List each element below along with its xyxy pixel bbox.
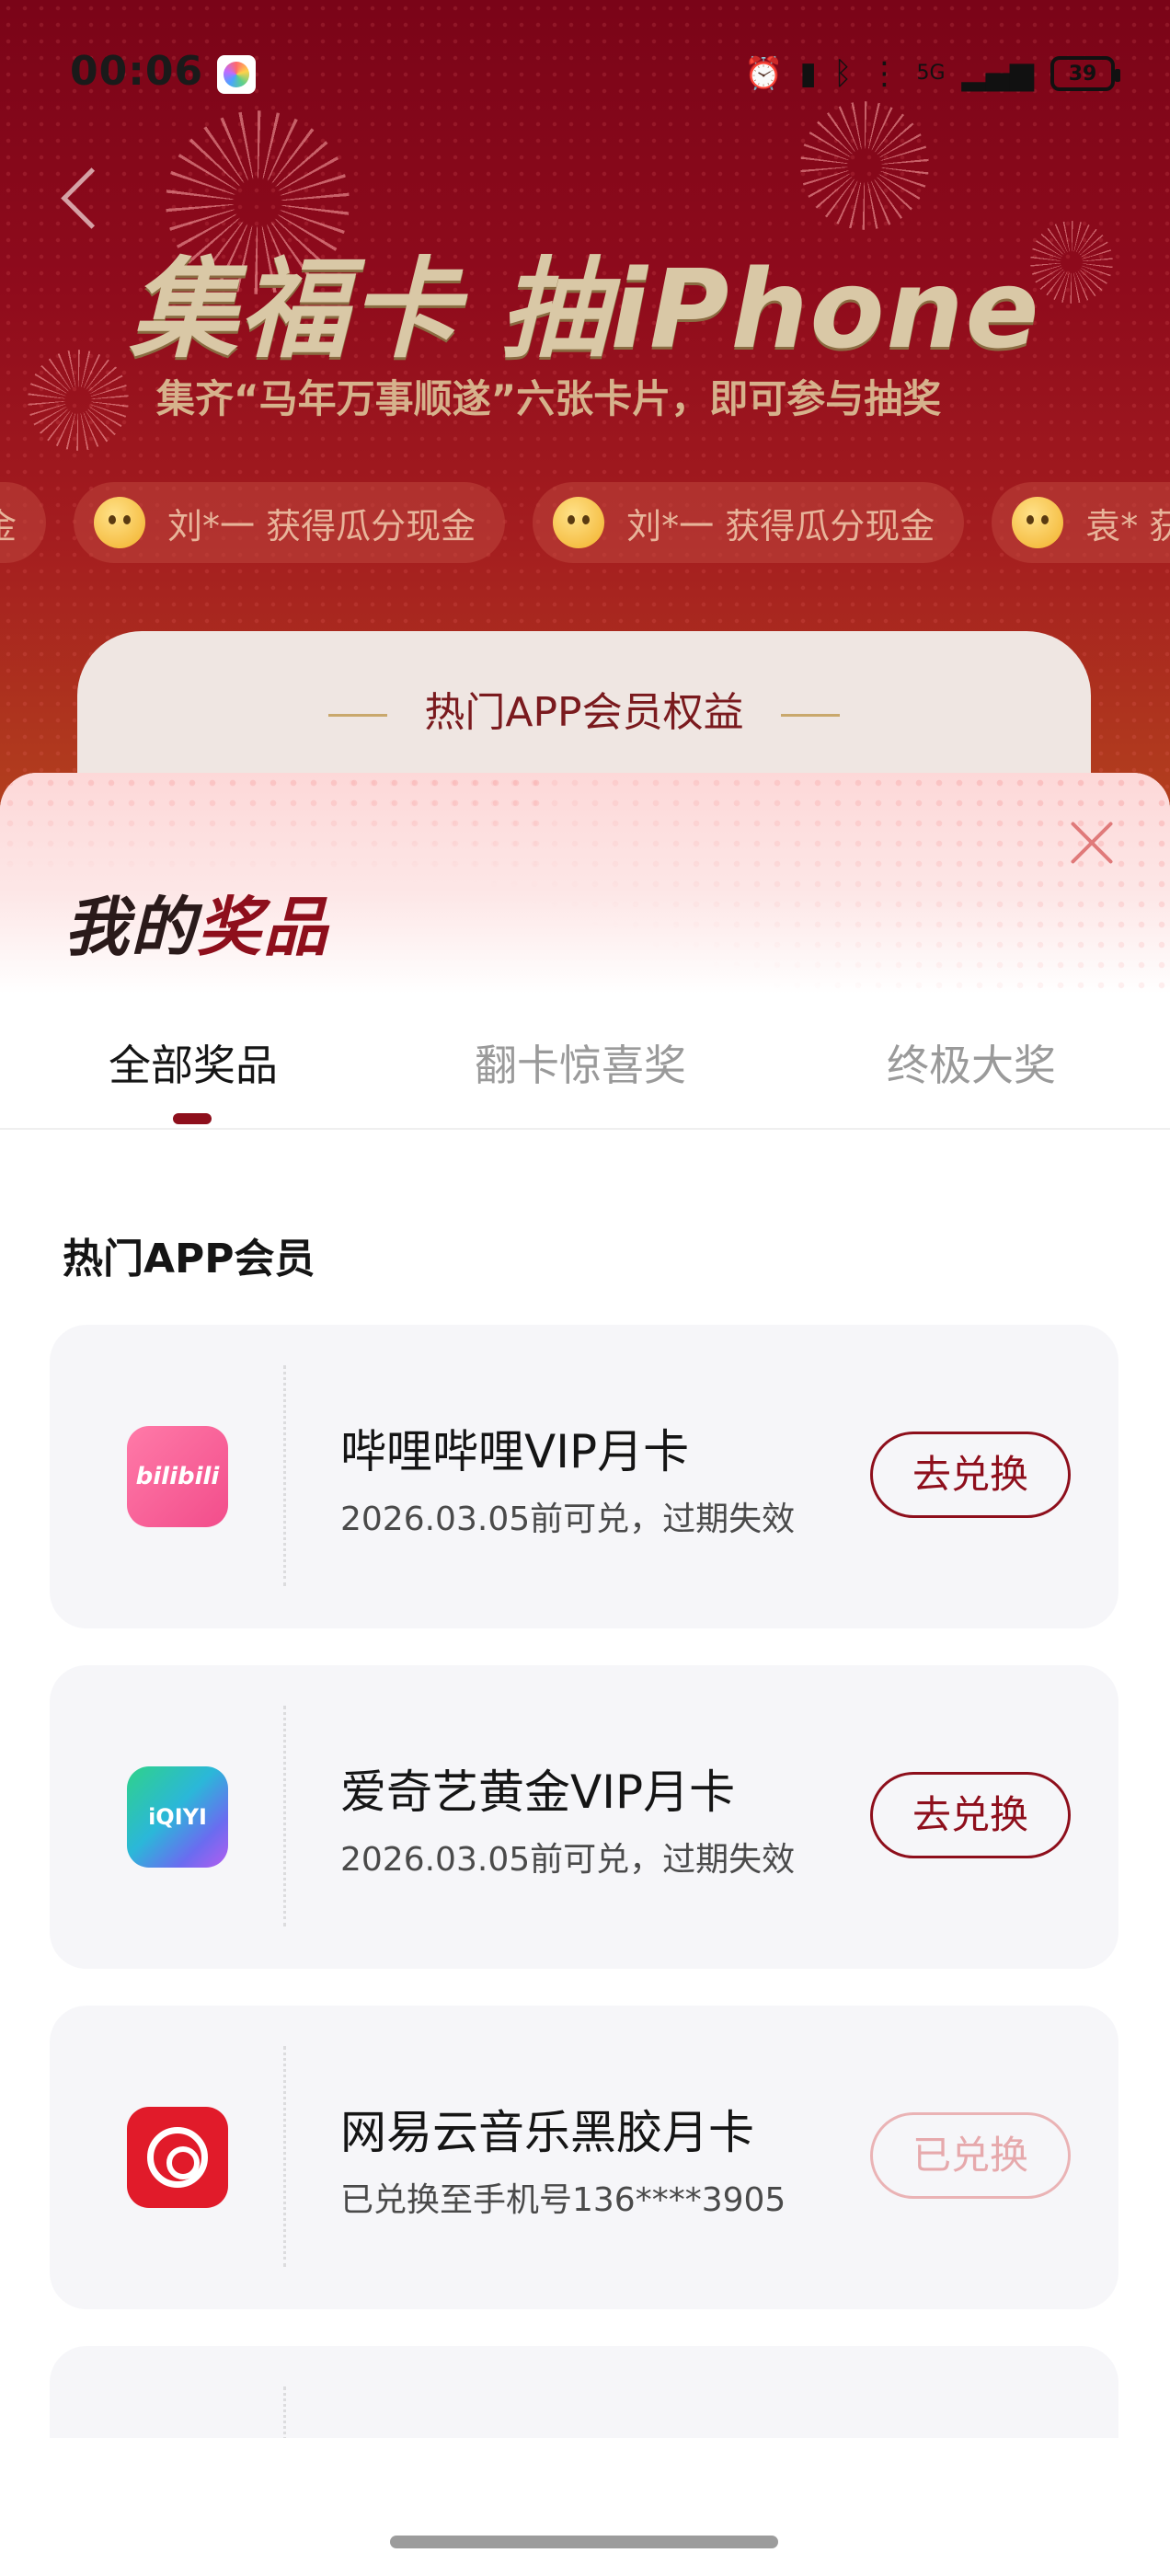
signal-5g-icon: ▂▄▆ [961,55,1034,92]
my-prizes-sheet: 我的奖品 全部奖品 翻卡惊喜奖 终极大奖 热门APP会员 bilibili 哔哩… [0,773,1170,2576]
bilibili-icon: bilibili [127,1426,228,1527]
avatar-emoji-icon [1012,497,1064,548]
rights-card-title: 热门APP会员权益 [77,679,1091,738]
campaign-background: 00:06 ⏰ ▮ ᛒ ⋮ 5G ▂▄▆ 39 集福卡 抽iPhone 集齐“马… [0,0,1170,828]
home-indicator[interactable] [390,2536,778,2548]
battery-level: 39 [1068,62,1097,86]
bluetooth-icon: ᛒ [833,55,853,92]
campaign-subtitle: 集齐“马年万事顺遂”六张卡片，即可参与抽奖 [156,376,942,421]
bottom-area [0,2438,1170,2576]
prize-name: 网易云音乐黑胶月卡 [340,2106,754,2159]
tab-flip-card-surprise[interactable]: 翻卡惊喜奖 [475,1001,686,1130]
header-pattern [0,773,552,883]
card-divider [283,1706,286,1926]
close-button[interactable] [1060,811,1124,876]
tab-all-prizes[interactable]: 全部奖品 [109,1001,278,1130]
prize-card: bilibili 哔哩哔哩VIP月卡 2026.03.05前可兑，过期失效 去兑… [50,1325,1118,1628]
redeemed-button: 已兑换 [870,2112,1071,2199]
iqiyi-icon: iQIYI [127,1766,228,1868]
campaign-title: 集福卡 抽iPhone [129,246,1041,373]
avatar-emoji-icon [553,497,605,548]
avatar-emoji-icon [94,497,146,548]
active-tab-indicator [173,1113,212,1124]
ticker-item: 刘*一 获得瓜分现金 [74,482,506,563]
netease-music-icon [127,2107,228,2208]
sheet-title-part2: 奖品 [197,890,329,965]
network-label: 5G [916,62,946,85]
status-bar: 00:06 ⏰ ▮ ᛒ ⋮ 5G ▂▄▆ 39 [0,0,1170,147]
vibrate-icon: ▮ [799,55,818,92]
ticker-text: 金 [0,498,17,548]
sheet-header: 我的奖品 [0,773,1170,994]
prize-card: iQIYI 爱奇艺黄金VIP月卡 2026.03.05前可兑，过期失效 去兑换 [50,1665,1118,1969]
app-notification-icon [217,55,256,94]
prize-card: 网易云音乐黑胶月卡 已兑换至手机号136****3905 已兑换 [50,2006,1118,2309]
prize-name: 爱奇艺黄金VIP月卡 [340,1765,736,1819]
status-time: 00:06 [70,48,204,95]
wifi-icon: ⋮ [868,55,900,92]
prize-expiry: 2026.03.05前可兑，过期失效 [340,1841,796,1879]
redeem-button[interactable]: 去兑换 [870,1772,1071,1858]
screen: 00:06 ⏰ ▮ ᛒ ⋮ 5G ▂▄▆ 39 集福卡 抽iPhone 集齐“马… [0,0,1170,2576]
tabs-divider [0,1128,1170,1130]
section-heading: 热门APP会员 [63,1236,315,1282]
prize-redeem-info: 已兑换至手机号136****3905 [340,2181,786,2219]
prize-expiry: 2026.03.05前可兑，过期失效 [340,1501,796,1538]
ticker-text: 袁* 获 [1085,505,1170,546]
prize-name: 哔哩哔哩VIP月卡 [340,1425,690,1478]
alarm-icon: ⏰ [744,55,784,92]
status-icons: ⏰ ▮ ᛒ ⋮ 5G ▂▄▆ 39 [744,52,1120,96]
prize-tabs: 全部奖品 翻卡惊喜奖 终极大奖 [0,1001,1170,1167]
redeem-button[interactable]: 去兑换 [870,1432,1071,1518]
battery-icon: 39 [1050,56,1120,91]
sheet-title-part1: 我的 [64,890,197,965]
sheet-title: 我的奖品 [64,876,329,969]
ticker-item: 袁* 获 [992,482,1170,563]
card-divider [283,1365,286,1586]
tab-grand-prize[interactable]: 终极大奖 [887,1001,1056,1130]
ticker-text: 刘*一 获得瓜分现金 [167,505,476,546]
winners-ticker: 金 刘*一 获得瓜分现金 刘*一 获得瓜分现金 袁* 获 [0,482,1170,563]
card-divider [283,2046,286,2267]
ticker-text: 刘*一 获得瓜分现金 [626,505,935,546]
ticker-item: 刘*一 获得瓜分现金 [533,482,965,563]
ticker-item: 金 [0,482,47,563]
